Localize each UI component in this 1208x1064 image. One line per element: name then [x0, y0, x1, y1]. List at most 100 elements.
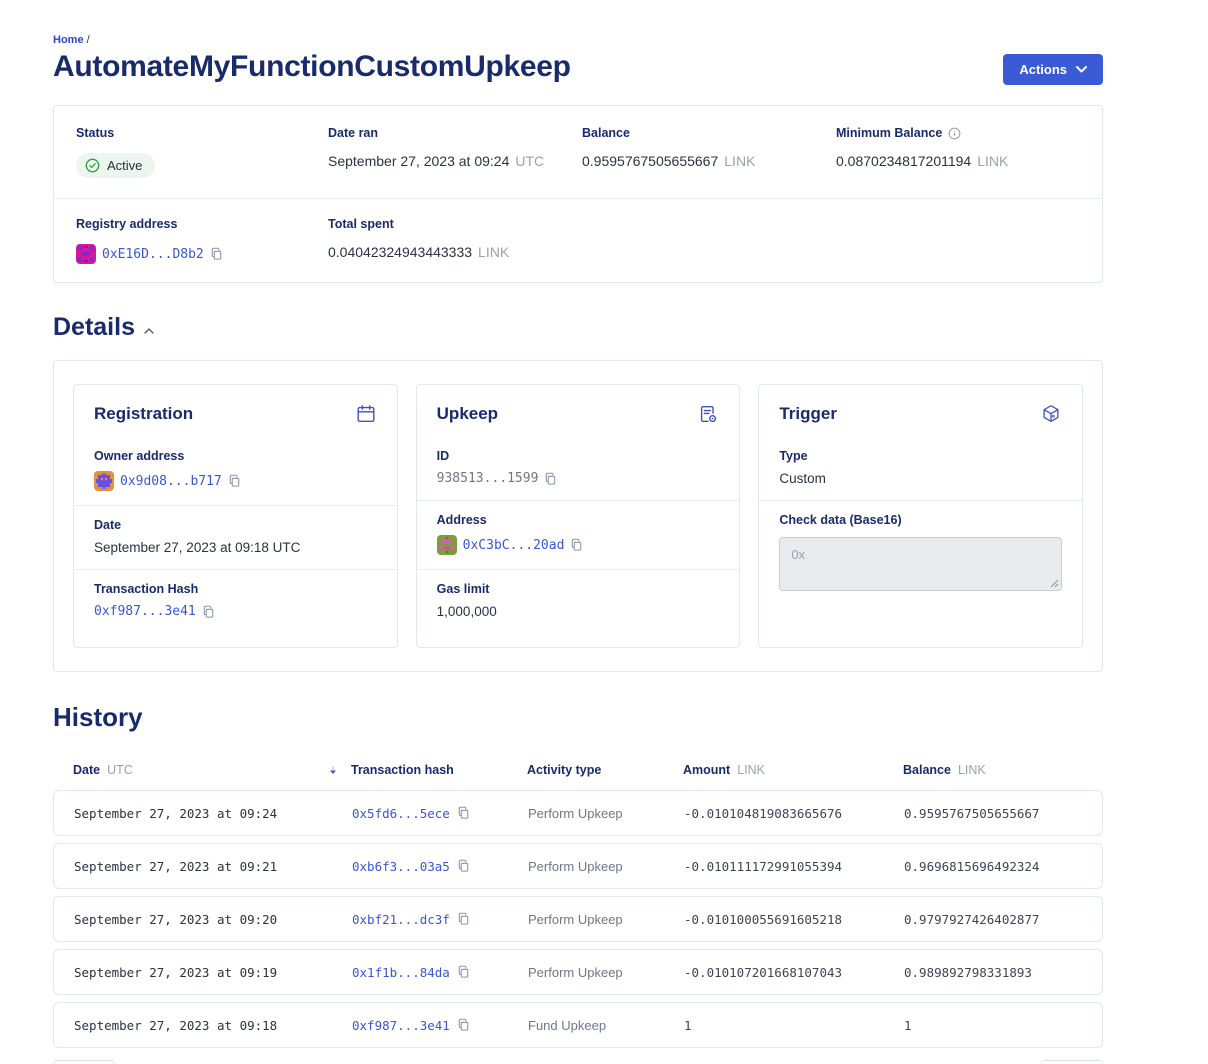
- summary-row-1: Status Active Date ran September 27, 202…: [76, 126, 1080, 178]
- row-balance: 1: [904, 1018, 1082, 1033]
- row-hash-link[interactable]: 0xb6f3...03a5: [352, 859, 450, 874]
- date-ran-suffix: UTC: [515, 153, 544, 169]
- upkeep-detail-page: Home/ AutomateMyFunctionCustomUpkeep Act…: [53, 0, 1103, 1064]
- info-icon[interactable]: [948, 127, 961, 140]
- column-header-hash[interactable]: Transaction hash: [351, 763, 527, 777]
- row-balance: 0.989892798331893: [904, 965, 1082, 980]
- registry-identicon: [76, 244, 96, 264]
- date-ran-label: Date ran: [328, 126, 582, 140]
- status-label: Status: [76, 126, 328, 140]
- transaction-hash-label: Transaction Hash: [94, 582, 377, 596]
- copy-icon[interactable]: [457, 806, 470, 820]
- upkeep-card-head: Upkeep: [437, 403, 720, 425]
- row-activity: Perform Upkeep: [528, 859, 684, 874]
- registration-card: Registration Owner address 0x9d08...b717: [73, 384, 398, 648]
- copy-icon[interactable]: [544, 472, 557, 486]
- history-table-header: Date UTC Transaction hash Activity type …: [53, 763, 1103, 777]
- row-amount: -0.010100055691605218: [684, 912, 904, 927]
- breadcrumb: Home/: [53, 34, 1103, 46]
- cube-icon: [1040, 403, 1062, 425]
- trigger-type-label: Type: [779, 449, 1062, 463]
- column-header-amount[interactable]: Amount LINK: [683, 763, 903, 777]
- column-header-date-suffix: UTC: [107, 763, 133, 777]
- column-header-balance[interactable]: Balance LINK: [903, 763, 1083, 777]
- upkeep-address-link[interactable]: 0xC3bC...20ad: [463, 538, 565, 553]
- check-data-textarea[interactable]: [779, 537, 1062, 591]
- total-spent-suffix: LINK: [478, 244, 509, 260]
- status-badge-text: Active: [107, 158, 142, 173]
- min-balance-text: 0.0870234817201194: [836, 153, 971, 169]
- total-spent-field: Total spent 0.04042324943443333 LINK: [328, 217, 582, 264]
- copy-icon[interactable]: [570, 538, 583, 552]
- title-row: AutomateMyFunctionCustomUpkeep Actions: [53, 50, 1103, 85]
- summary-row-2: Registry address 0xE16D...D8b2 Total spe…: [76, 217, 1080, 264]
- actions-button[interactable]: Actions: [1003, 54, 1103, 85]
- row-amount: -0.010107201668107043: [684, 965, 904, 980]
- gas-limit-label: Gas limit: [437, 582, 720, 596]
- row-amount: 1: [684, 1018, 904, 1033]
- row-hash-link[interactable]: 0xbf21...dc3f: [352, 912, 450, 927]
- upkeep-address-section: Address 0xC3bC...20ad: [437, 503, 720, 567]
- trigger-type-value: Custom: [779, 471, 1062, 486]
- total-spent-value: 0.04042324943443333 LINK: [328, 244, 582, 260]
- row-hash-link[interactable]: 0x1f1b...84da: [352, 965, 450, 980]
- row-hash: 0xbf21...dc3f: [352, 912, 528, 927]
- column-header-balance-suffix: LINK: [958, 763, 986, 777]
- column-header-amount-text: Amount: [683, 763, 730, 777]
- transaction-hash-link[interactable]: 0xf987...3e41: [94, 604, 196, 619]
- copy-icon[interactable]: [457, 912, 470, 926]
- row-date: September 27, 2023 at 09:21: [74, 859, 352, 874]
- divider: [759, 500, 1082, 501]
- registry-address-value: 0xE16D...D8b2: [76, 244, 328, 264]
- upkeep-id-value: 938513...1599: [437, 471, 720, 486]
- column-header-date[interactable]: Date UTC: [73, 763, 351, 777]
- gas-limit-section: Gas limit 1,000,000: [437, 572, 720, 631]
- table-row: September 27, 2023 at 09:24 0x5fd6...5ec…: [53, 790, 1103, 836]
- row-hash: 0xb6f3...03a5: [352, 859, 528, 874]
- row-amount: -0.010111172991055394: [684, 859, 904, 874]
- sort-descending-icon[interactable]: [329, 765, 337, 775]
- upkeep-id-label: ID: [437, 449, 720, 463]
- prev-button[interactable]: Prev: [53, 1060, 115, 1064]
- details-heading-text: Details: [53, 313, 135, 342]
- registry-address-link[interactable]: 0xE16D...D8b2: [102, 247, 204, 262]
- min-balance-label: Minimum Balance: [836, 126, 1080, 140]
- owner-address-link[interactable]: 0x9d08...b717: [120, 474, 222, 489]
- copy-icon[interactable]: [228, 474, 241, 488]
- next-button[interactable]: Next: [1041, 1060, 1103, 1064]
- upkeep-title: Upkeep: [437, 404, 498, 424]
- transaction-hash-value: 0xf987...3e41: [94, 604, 377, 619]
- upkeep-card: Upkeep ID 938513...1599 A: [416, 384, 741, 648]
- owner-address-label: Owner address: [94, 449, 377, 463]
- status-field: Status Active: [76, 126, 328, 178]
- row-date: September 27, 2023 at 09:20: [74, 912, 352, 927]
- total-spent-label: Total spent: [328, 217, 582, 231]
- row-hash-link[interactable]: 0x5fd6...5ece: [352, 806, 450, 821]
- upkeep-address-label: Address: [437, 513, 720, 527]
- copy-icon[interactable]: [202, 605, 215, 619]
- chevron-up-icon[interactable]: [144, 328, 154, 334]
- min-balance-field: Minimum Balance 0.0870234817201194 LINK: [836, 126, 1080, 178]
- table-row: September 27, 2023 at 09:21 0xb6f3...03a…: [53, 843, 1103, 889]
- trigger-card: Trigger Type Custom Check data (Base16): [758, 384, 1083, 648]
- table-row: September 27, 2023 at 09:19 0x1f1b...84d…: [53, 949, 1103, 995]
- copy-icon[interactable]: [457, 1018, 470, 1032]
- row-hash: 0xf987...3e41: [352, 1018, 528, 1033]
- copy-icon[interactable]: [457, 965, 470, 979]
- row-hash: 0x5fd6...5ece: [352, 806, 528, 821]
- column-header-activity[interactable]: Activity type: [527, 763, 683, 777]
- summary-divider: [54, 198, 1102, 199]
- check-data-section: Check data (Base16): [779, 503, 1062, 608]
- registration-date-value: September 27, 2023 at 09:18 UTC: [94, 540, 377, 555]
- breadcrumb-separator: /: [87, 34, 90, 46]
- balance-suffix: LINK: [724, 153, 755, 169]
- breadcrumb-home-link[interactable]: Home: [53, 34, 84, 46]
- copy-icon[interactable]: [210, 247, 223, 261]
- gas-limit-value: 1,000,000: [437, 604, 720, 619]
- upkeep-id-text: 938513...1599: [437, 471, 539, 486]
- row-hash: 0x1f1b...84da: [352, 965, 528, 980]
- copy-icon[interactable]: [457, 859, 470, 873]
- owner-address-section: Owner address 0x9d08...b717: [94, 439, 377, 503]
- calendar-icon: [355, 403, 377, 425]
- row-hash-link[interactable]: 0xf987...3e41: [352, 1018, 450, 1033]
